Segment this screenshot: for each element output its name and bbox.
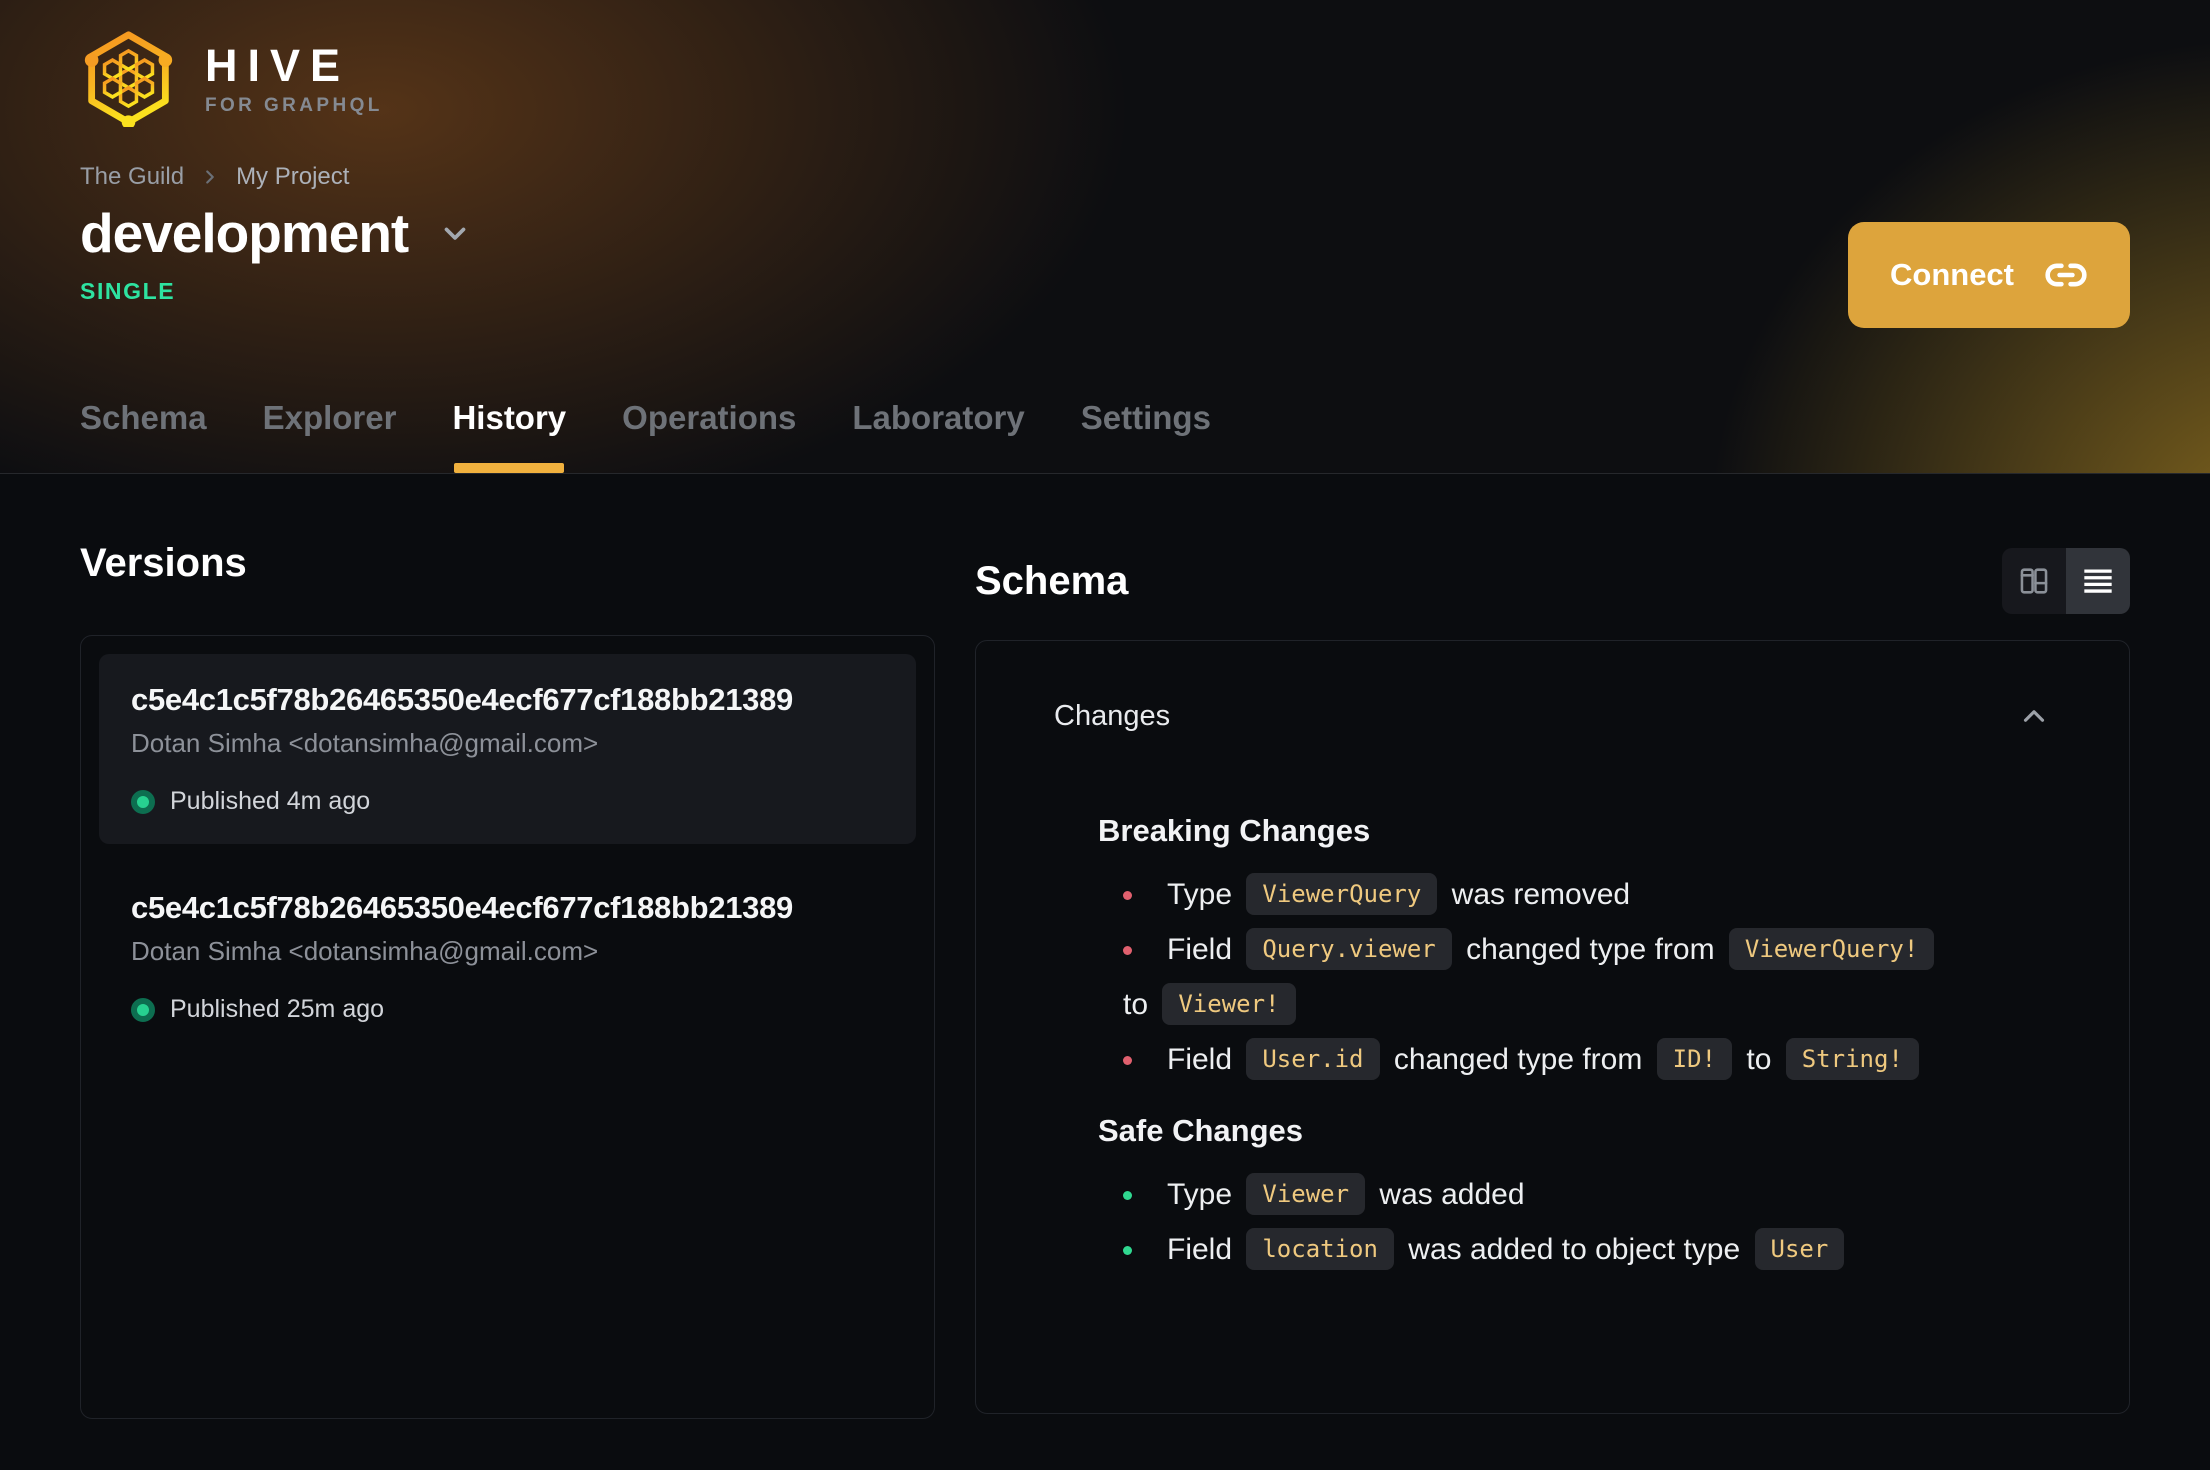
version-card[interactable]: c5e4c1c5f78b26465350e4ecf677cf188bb21389… [99,862,916,1052]
breadcrumb: The Guild My Project [80,163,2130,191]
version-status-text: Published 4m ago [170,787,371,815]
change-text: to [1738,1043,1780,1076]
code-chip: Viewer! [1162,983,1296,1025]
change-item: Field Query.viewer changed type from Vie… [1098,922,2051,1032]
code-chip: Query.viewer [1246,928,1452,970]
change-text: was removed [1443,878,1631,911]
tab-explorer[interactable]: Explorer [263,399,397,473]
version-card[interactable]: c5e4c1c5f78b26465350e4ecf677cf188bb21389… [99,654,916,844]
change-text: to [1123,988,1157,1021]
change-section: Breaking Changes Type ViewerQuery was rem… [1054,813,2051,1087]
change-text: changed type from [1457,933,1723,966]
change-text: Field [1167,1043,1241,1076]
version-status-text: Published 25m ago [170,995,385,1023]
schema-heading: Schema [975,559,1129,603]
code-chip: Viewer [1246,1173,1366,1215]
code-chip: ViewerQuery! [1728,928,1935,970]
version-author: Dotan Simha <dotansimha@gmail.com> [131,936,599,966]
code-chip: ViewerQuery [1246,873,1438,915]
version-status: Published 25m ago [131,995,884,1024]
schema-header-row: Schema [975,548,2130,614]
main-content: Versions c5e4c1c5f78b26465350e4ecf677cf1… [0,474,2210,1419]
header: HIVE FOR GRAPHQL The Guild My Project de… [0,0,2210,474]
version-author: Dotan Simha <dotansimha@gmail.com> [131,728,599,758]
change-section-title: Breaking Changes [1098,813,1371,848]
version-hash: c5e4c1c5f78b26465350e4ecf677cf188bb21389 [131,682,793,717]
tab-laboratory[interactable]: Laboratory [852,399,1024,473]
change-text: Type [1167,878,1241,911]
logo[interactable]: HIVE FOR GRAPHQL [80,30,2130,127]
change-text: was added [1371,1178,1525,1211]
code-chip: User [1754,1228,1845,1270]
change-text: changed type from [1385,1043,1651,1076]
tab-settings[interactable]: Settings [1081,399,1211,473]
page-title: development [80,202,409,264]
view-toggle [2002,548,2130,614]
bullet-icon [1123,1056,1132,1065]
version-hash: c5e4c1c5f78b26465350e4ecf677cf188bb21389 [131,890,793,925]
change-list: Type Viewer was added Field location was … [1098,1167,2051,1277]
tab-operations[interactable]: Operations [622,399,796,473]
link-icon [2045,263,2087,287]
version-status: Published 4m ago [131,787,884,816]
changes-header[interactable]: Changes [1054,699,2051,733]
change-text: Field [1167,933,1241,966]
changes-panel: Changes Breaking Changes Type ViewerQuery… [975,640,2130,1414]
versions-list: c5e4c1c5f78b26465350e4ecf677cf188bb21389… [80,635,935,1419]
code-chip: String! [1785,1038,1919,1080]
tab-schema[interactable]: Schema [80,399,207,473]
change-text-group: to Viewer! [1123,983,1302,1025]
code-chip: location [1246,1228,1394,1270]
connect-button[interactable]: Connect [1848,222,2130,328]
split-view-icon [2020,568,2048,594]
list-view-button[interactable] [2066,548,2130,614]
connect-button-label: Connect [1890,257,2014,292]
change-text: Type [1167,1178,1241,1211]
collapse-button[interactable] [2017,699,2051,733]
bullet-icon [1123,946,1132,955]
logo-title: HIVE [205,39,351,91]
versions-column: Versions c5e4c1c5f78b26465350e4ecf677cf1… [80,540,935,1419]
code-chip: User.id [1246,1038,1380,1080]
hive-honeycomb-icon [84,31,173,127]
bullet-icon [1123,1246,1132,1255]
versions-heading: Versions [80,541,247,585]
logo-subtitle: FOR GRAPHQL [205,94,383,116]
breadcrumb-project[interactable]: My Project [236,163,349,191]
change-text: was added to object type [1399,1233,1749,1266]
tab-bar: Schema Explorer History Operations Labor… [80,399,1211,473]
logo-text: HIVE FOR GRAPHQL [205,43,383,115]
change-item: Field location was added to object type … [1098,1222,2051,1277]
breadcrumb-org[interactable]: The Guild [80,163,184,191]
code-chip: ID! [1656,1038,1733,1080]
change-section-title: Safe Changes [1098,1113,1304,1148]
change-section: Safe Changes Type Viewer was added Field l… [1054,1113,2051,1277]
change-item: Type Viewer was added [1098,1167,2051,1222]
chevron-up-icon [2023,710,2045,722]
change-item: Field User.id changed type from ID! to S… [1098,1032,2051,1087]
bullet-icon [1123,1191,1132,1200]
list-view-icon [2084,569,2112,593]
change-list: Type ViewerQuery was removed Field Query.… [1098,867,2051,1087]
published-dot-icon [131,789,155,814]
chevron-down-icon[interactable] [438,216,472,250]
target-selector: development [80,203,2130,264]
page: HIVE FOR GRAPHQL The Guild My Project de… [0,0,2210,1470]
tab-history[interactable]: History [452,399,566,473]
split-view-button[interactable] [2002,548,2066,614]
chevron-right-icon [206,170,214,184]
change-text: Field [1167,1233,1241,1266]
change-item: Type ViewerQuery was removed [1098,867,2051,922]
published-dot-icon [131,997,155,1022]
changes-title: Changes [1054,699,1171,732]
bullet-icon [1123,891,1132,900]
schema-column: Schema Changes Breaking Changes Type Vie… [975,540,2130,1419]
target-mode-badge: SINGLE [80,277,176,304]
changes-sections: Breaking Changes Type ViewerQuery was rem… [1054,813,2051,1277]
